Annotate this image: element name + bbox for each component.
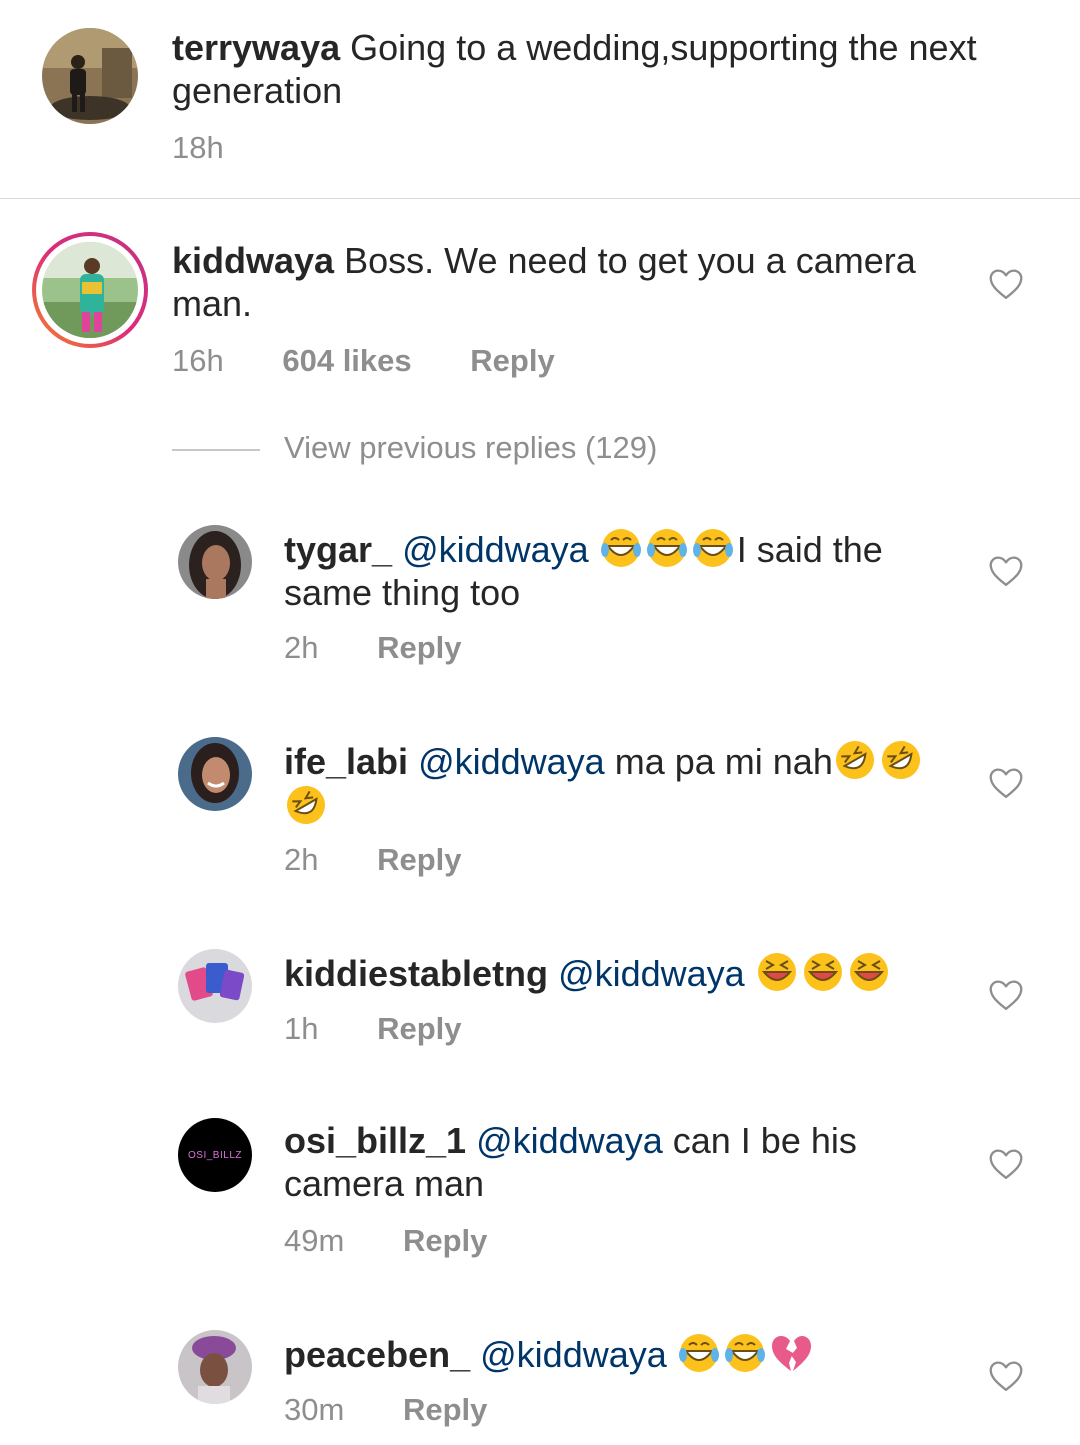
comment-meta: 16h 604 likes Reply (172, 343, 555, 379)
comment-username[interactable]: kiddwaya (172, 240, 334, 281)
like-heart-icon[interactable] (988, 1360, 1024, 1392)
reply-text-block: kiddiestabletng @kiddwaya (284, 950, 944, 995)
reply-time: 49m (284, 1223, 345, 1258)
reply-meta: 49m Reply (284, 1223, 487, 1259)
reply-username[interactable]: kiddiestabletng (284, 953, 548, 994)
squinting-face-emoji-icon (849, 953, 888, 991)
like-heart-icon[interactable] (988, 1148, 1024, 1180)
comment-reply-button[interactable]: Reply (470, 343, 554, 379)
avatar-peaceben[interactable] (178, 1330, 252, 1404)
comment-text-block: kiddwaya Boss. We need to get you a came… (172, 239, 932, 325)
squinting-face-emoji-icon (803, 953, 842, 991)
avatar-photo (178, 737, 252, 811)
reply-time: 2h (284, 630, 319, 665)
tears-of-joy-emoji-icon (600, 529, 641, 567)
rolling-on-floor-laughing-emoji-icon (881, 741, 920, 779)
avatar-tygar[interactable] (178, 525, 252, 599)
avatar-terrywaya[interactable] (42, 28, 138, 124)
avatar-photo (178, 949, 252, 1023)
reply-text-block: osi_billz_1 @kiddwaya can I be his camer… (284, 1119, 944, 1205)
tears-of-joy-emoji-icon (692, 529, 733, 567)
reply-button[interactable]: Reply (403, 1392, 487, 1428)
reply-meta: 2h Reply (284, 630, 462, 666)
tears-of-joy-emoji-icon (724, 1334, 765, 1372)
reply-mention[interactable]: @kiddwaya (480, 1334, 667, 1375)
caption-username[interactable]: terrywaya (172, 27, 340, 68)
reply-meta: 2h Reply (284, 842, 462, 878)
squinting-face-emoji-icon (757, 953, 796, 991)
post-caption: terrywaya Going to a wedding,supporting … (0, 0, 1080, 199)
caption-meta: 18h (172, 130, 224, 166)
view-previous-label[interactable]: View previous replies (129) (284, 430, 657, 465)
reply-button[interactable]: Reply (377, 630, 461, 666)
avatar-ife-labi[interactable] (178, 737, 252, 811)
tears-of-joy-emoji-icon (646, 529, 687, 567)
reply-mention[interactable]: @kiddwaya (558, 953, 745, 994)
reply-text-block: tygar_ @kiddwaya I said the same thing t… (284, 526, 944, 614)
like-heart-icon[interactable] (988, 767, 1024, 799)
broken-heart-emoji-icon (771, 1336, 811, 1371)
reply-meta: 30m Reply (284, 1392, 487, 1428)
reply-button[interactable]: Reply (403, 1223, 487, 1259)
view-previous-replies[interactable]: View previous replies (129) (172, 430, 657, 466)
reply-time: 1h (284, 1011, 319, 1046)
like-heart-icon[interactable] (988, 268, 1024, 300)
like-heart-icon[interactable] (988, 979, 1024, 1011)
reply-time: 2h (284, 842, 319, 877)
rolling-on-floor-laughing-emoji-icon (835, 741, 874, 779)
reply-mention[interactable]: @kiddwaya (418, 741, 605, 782)
rolling-on-floor-laughing-emoji-icon (287, 786, 325, 824)
reply-button[interactable]: Reply (377, 842, 461, 878)
divider-line (172, 448, 260, 451)
reply-username[interactable]: osi_billz_1 (284, 1120, 466, 1161)
reply-username[interactable]: peaceben_ (284, 1334, 470, 1375)
avatar-photo (42, 242, 138, 338)
reply-meta: 1h Reply (284, 1011, 462, 1047)
avatar-kiddwaya-story-ring[interactable] (32, 232, 148, 348)
avatar-osi-billz[interactable]: OSI_BILLZ (178, 1118, 252, 1192)
reply-time: 30m (284, 1392, 345, 1427)
reply-mention[interactable]: @kiddwaya (402, 529, 589, 570)
reply-username[interactable]: tygar_ (284, 529, 392, 570)
avatar-kiddiestabletng[interactable] (178, 949, 252, 1023)
reply-mention[interactable]: @kiddwaya (476, 1120, 663, 1161)
tears-of-joy-emoji-icon (678, 1334, 719, 1372)
comment-time: 16h (172, 343, 224, 378)
caption-time: 18h (172, 130, 224, 165)
avatar-photo (178, 525, 252, 599)
avatar-photo (178, 1330, 252, 1404)
reply-button[interactable]: Reply (377, 1011, 461, 1047)
comment-likes[interactable]: 604 likes (282, 343, 411, 379)
reply-text-block: peaceben_ @kiddwaya (284, 1331, 944, 1376)
avatar-logo-text: OSI_BILLZ (188, 1149, 242, 1161)
reply-text: ma pa mi nah (614, 741, 833, 782)
reply-username[interactable]: ife_labi (284, 741, 408, 782)
like-heart-icon[interactable] (988, 555, 1024, 587)
avatar-photo (42, 28, 138, 124)
caption-text-block: terrywaya Going to a wedding,supporting … (172, 26, 1012, 112)
reply-text-block: ife_labi @kiddwaya ma pa mi nah (284, 738, 944, 828)
